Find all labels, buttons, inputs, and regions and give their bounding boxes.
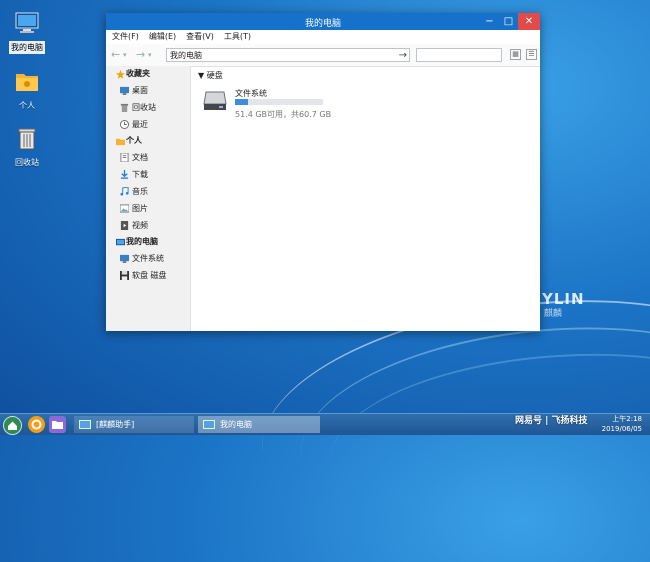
back-arrow-icon[interactable]: ← — [111, 48, 120, 61]
quick-launch-files[interactable] — [49, 416, 66, 433]
maximize-button[interactable]: □ — [499, 13, 518, 30]
clock-icon — [120, 120, 129, 129]
location-text: 我的电脑 — [170, 51, 202, 60]
trash-icon — [18, 128, 36, 150]
brand-logo-sub: 麒麟 — [544, 309, 563, 319]
desktop-icon-label: 回收站 — [15, 158, 39, 167]
drive-filesystem[interactable]: 文件系统 51.4 GB可用，共60.7 GB — [203, 88, 353, 133]
location-bar[interactable]: 我的电脑 → — [166, 48, 410, 62]
folder-icon — [116, 138, 125, 146]
sidebar-item-music[interactable]: 音乐 — [106, 183, 190, 200]
collapse-triangle-icon: ▼ — [198, 71, 207, 80]
sidebar-item-filesystem[interactable]: 文件系统 — [106, 250, 190, 267]
browser-icon — [31, 419, 42, 430]
hard-drive-icon — [203, 91, 227, 110]
search-input[interactable] — [416, 48, 502, 62]
menu-file[interactable]: 文件(F) — [112, 30, 139, 44]
computer-icon — [116, 238, 125, 246]
floppy-disk-icon — [120, 271, 129, 280]
home-icon — [8, 421, 17, 430]
drive-usage-bar — [235, 99, 323, 105]
music-icon — [120, 187, 129, 196]
menu-bar: 文件(F) 编辑(E) 查看(V) 工具(T) — [106, 30, 540, 44]
back-history-chevron-icon[interactable]: ▾ — [123, 51, 127, 59]
menu-tools[interactable]: 工具(T) — [224, 30, 251, 44]
forward-history-chevron-icon[interactable]: ▾ — [148, 51, 152, 59]
sidebar-item-trash[interactable]: 回收站 — [106, 99, 190, 116]
folder-icon — [16, 74, 38, 91]
desktop-icon-label: 个人 — [19, 101, 35, 110]
sidebar-item-downloads[interactable]: 下载 — [106, 166, 190, 183]
computer-icon — [15, 12, 39, 33]
taskbar-item-my-computer[interactable]: 我的电脑 — [198, 416, 320, 433]
drive-size-text: 51.4 GB可用，共60.7 GB — [235, 110, 332, 119]
drive-name: 文件系统 — [235, 89, 267, 98]
file-content-area: ▼ 硬盘 文件系统 51.4 GB可用，共60.7 GB — [191, 66, 540, 331]
sidebar-item-documents[interactable]: 文档 — [106, 149, 190, 166]
download-icon — [120, 170, 129, 179]
desktop-icon-personal[interactable]: 个人 — [4, 68, 50, 112]
sidebar-item-videos[interactable]: 视频 — [106, 217, 190, 234]
minimize-button[interactable]: − — [480, 13, 499, 30]
section-header-hard-disk[interactable]: ▼ 硬盘 — [198, 70, 223, 81]
drive-usage-fill — [235, 99, 249, 105]
desktop-icon-trash[interactable]: 回收站 — [4, 125, 50, 169]
window-title: 我的电脑 — [304, 19, 341, 29]
sidebar-section-personal[interactable]: 个人 — [106, 133, 190, 149]
quick-launch-browser[interactable] — [28, 416, 45, 433]
file-manager-window: 我的电脑 − □ ✕ 文件(F) 编辑(E) 查看(V) 工具(T) ← ▾ →… — [106, 13, 540, 331]
desktop-icon-my-computer[interactable]: 我的电脑 — [4, 10, 50, 54]
trash-icon — [120, 103, 129, 112]
sidebar-item-recent[interactable]: 最近 — [106, 116, 190, 133]
go-arrow-icon[interactable]: → — [399, 49, 407, 63]
sidebar: 收藏夹 桌面 回收站 最近 个人 文档 下载 音乐 图片 视频 我的电脑 文件系… — [106, 66, 191, 331]
monitor-icon — [120, 254, 129, 263]
sidebar-item-pictures[interactable]: 图片 — [106, 200, 190, 217]
toolbar: ← ▾ → ▾ ↑ 我的电脑 → ▦ ☰ — [106, 44, 540, 67]
list-view-icon[interactable]: ☰ — [526, 49, 537, 60]
forward-arrow-icon[interactable]: → — [136, 48, 145, 61]
title-bar[interactable]: 我的电脑 − □ ✕ — [106, 13, 540, 30]
system-clock[interactable]: 上午2:18 2019/06/05 — [602, 414, 642, 434]
sidebar-item-floppy[interactable]: 软盘 磁盘 — [106, 267, 190, 284]
image-icon — [120, 204, 129, 213]
app-window-icon — [79, 420, 91, 429]
icon-view-icon[interactable]: ▦ — [510, 49, 521, 60]
sidebar-item-desktop[interactable]: 桌面 — [106, 82, 190, 99]
desktop-icon — [120, 86, 129, 95]
taskbar-item-assistant[interactable]: [麒麟助手] — [74, 416, 194, 433]
video-icon — [120, 221, 129, 230]
sidebar-section-favorites[interactable]: 收藏夹 — [106, 66, 190, 82]
star-icon — [116, 70, 125, 79]
menu-edit[interactable]: 编辑(E) — [149, 30, 176, 44]
close-button[interactable]: ✕ — [518, 13, 540, 30]
folder-icon — [52, 421, 63, 429]
start-menu-button[interactable] — [3, 416, 22, 435]
watermark: 网易号 | 飞扬科技 — [515, 416, 588, 426]
menu-view[interactable]: 查看(V) — [186, 30, 214, 44]
desktop-icon-label: 我的电脑 — [9, 41, 45, 54]
sidebar-section-computer[interactable]: 我的电脑 — [106, 234, 190, 250]
document-icon — [120, 153, 129, 162]
computer-icon — [203, 420, 215, 429]
